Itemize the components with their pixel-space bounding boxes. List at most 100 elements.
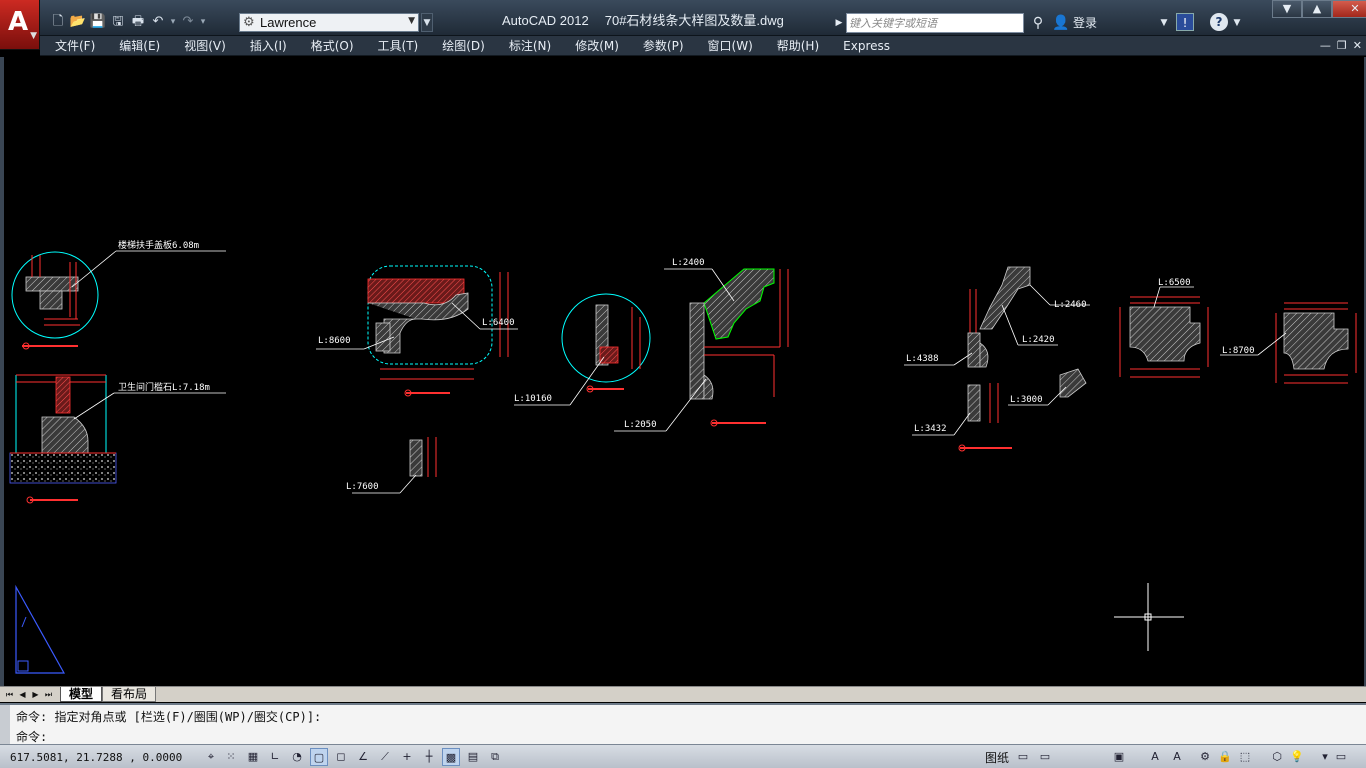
undo-icon[interactable]: ↶: [148, 13, 168, 31]
drawing-svg: 楼梯扶手盖板6.08m 卫生间门槛石L:7.18m L:8600 L:6400 …: [9, 239, 1357, 674]
transparency-icon[interactable]: ▩: [442, 748, 460, 766]
customize-qat-button[interactable]: ▼: [421, 13, 433, 32]
tab-model[interactable]: 模型: [60, 687, 103, 702]
menu-item-10[interactable]: 窗口(W): [693, 36, 753, 55]
ucs-icon: [15, 584, 66, 674]
user-icon[interactable]: 👤: [1052, 13, 1070, 33]
close-button[interactable]: ✕: [1332, 0, 1366, 18]
dynamic-ucs-icon[interactable]: ⟋: [376, 748, 394, 766]
annotation-visibility-icon[interactable]: A: [1168, 748, 1186, 766]
search-input[interactable]: [846, 13, 1024, 33]
chevron-down-icon[interactable]: ▼: [1158, 13, 1170, 33]
snap-mode-icon[interactable]: ⁙: [222, 748, 240, 766]
selection-cycling-icon[interactable]: ⧉: [486, 748, 504, 766]
status-bar: 617.5081, 21.7288 , 0.0000 ⌖ ⁙ ▦ ∟ ◔ ▢ ◻…: [0, 744, 1366, 768]
lightbulb-icon[interactable]: 💡: [1288, 748, 1306, 766]
menu-item-3[interactable]: 插入(I): [235, 36, 287, 55]
redo-dropdown-icon[interactable]: ▾: [198, 13, 208, 31]
search-expand-icon[interactable]: ▶: [833, 13, 845, 33]
tab-layout[interactable]: 看布局: [102, 687, 157, 702]
drawing-canvas[interactable]: 楼梯扶手盖板6.08m 卫生间门槛石L:7.18m L:8600 L:6400 …: [4, 57, 1364, 686]
menu-item-7[interactable]: 标注(N): [494, 36, 551, 55]
binoculars-icon[interactable]: ⚲: [1028, 13, 1048, 33]
title-bar: A ▼ 🗋 📂 💾 🖫 🖶 ↶ ▾ ↷ ▾ ⚙ Lawrence ▼ ▼ Aut…: [0, 0, 1366, 50]
redo-icon[interactable]: ↷: [178, 13, 198, 31]
login-button[interactable]: 登录: [1073, 14, 1097, 31]
label-l6400: L:6400: [482, 318, 515, 328]
command-line-grip[interactable]: [0, 705, 10, 746]
print-icon[interactable]: 🖶: [128, 13, 148, 31]
chevron-down-icon: ▼: [30, 31, 37, 41]
annotation-scale-icon[interactable]: A: [1146, 748, 1164, 766]
layout-tab-bar: ⏮ ◀ ▶ ⏭ 模型 看布局: [0, 686, 1366, 702]
document-minimize-button[interactable]: —: [1320, 36, 1331, 56]
file-name: 70#石材线条大样图及数量.dwg: [604, 13, 784, 28]
minimize-button[interactable]: ▼: [1272, 0, 1302, 18]
prev-tab-button[interactable]: ◀: [17, 688, 28, 701]
saveas-icon[interactable]: 🖫: [108, 13, 128, 31]
workspace-switching-icon[interactable]: ⚙: [1196, 748, 1214, 766]
document-close-button[interactable]: ✕: [1353, 36, 1362, 56]
label-l4388: L:4388: [906, 354, 939, 364]
isolate-objects-icon[interactable]: ⬡: [1268, 748, 1286, 766]
command-line[interactable]: 命令: 指定对角点或 [栏选(F)/圈围(WP)/圈交(CP)]: 命令:: [0, 703, 1366, 746]
3d-object-snap-icon[interactable]: ◻: [332, 748, 350, 766]
workspace-dropdown[interactable]: ⚙ Lawrence ▼: [239, 13, 419, 32]
menu-item-5[interactable]: 工具(T): [363, 36, 419, 55]
save-icon[interactable]: 💾: [88, 13, 108, 31]
menu-item-2[interactable]: 视图(V): [169, 36, 226, 55]
menu-item-12[interactable]: Express: [828, 36, 890, 55]
detail-l10160[interactable]: L:10160: [514, 293, 651, 406]
document-restore-button[interactable]: ❐: [1337, 36, 1347, 56]
detail-l8600[interactable]: L:8600 L:6400: [316, 265, 518, 397]
detail-l6500[interactable]: L:6500: [1119, 278, 1209, 378]
menu-item-4[interactable]: 格式(O): [296, 36, 354, 55]
maximize-button[interactable]: ▲: [1302, 0, 1332, 18]
menu-item-0[interactable]: 文件(F): [40, 36, 95, 55]
first-tab-button[interactable]: ⏮: [4, 688, 15, 701]
application-menu-button[interactable]: A ▼: [0, 0, 40, 50]
grid-display-icon[interactable]: ▦: [244, 748, 262, 766]
ortho-mode-icon[interactable]: ∟: [266, 748, 284, 766]
command-history: 命令: 指定对角点或 [栏选(F)/圈围(WP)/圈交(CP)]:: [16, 710, 322, 724]
clean-screen-icon[interactable]: ▭: [1332, 748, 1350, 766]
hardware-acceleration-icon[interactable]: ⬚: [1236, 748, 1254, 766]
detail-group-right[interactable]: L:2460 L:2420 L:4388 L:3000 L:3432: [904, 266, 1090, 452]
detail-stair-handrail[interactable]: 楼梯扶手盖板6.08m: [11, 239, 226, 350]
coordinate-readout[interactable]: 617.5081, 21.7288 , 0.0000: [10, 751, 182, 764]
menu-item-1[interactable]: 编辑(E): [104, 36, 160, 55]
infer-constraints-icon[interactable]: ⌖: [202, 748, 220, 766]
detail-l8700[interactable]: L:8700: [1220, 302, 1357, 384]
app-name: AutoCAD 2012: [502, 13, 589, 28]
menu-item-9[interactable]: 参数(P): [628, 36, 684, 55]
maximize-viewport-icon[interactable]: ▣: [1110, 748, 1128, 766]
next-tab-button[interactable]: ▶: [30, 688, 41, 701]
quick-view-drawings-icon[interactable]: ▭: [1036, 748, 1054, 766]
label-l2400: L:2400: [672, 258, 705, 268]
paper-model-toggle[interactable]: 图纸: [985, 749, 1009, 766]
quick-view-layouts-icon[interactable]: ▭: [1014, 748, 1032, 766]
undo-dropdown-icon[interactable]: ▾: [168, 13, 178, 31]
new-icon[interactable]: 🗋: [48, 13, 68, 31]
label-l8700: L:8700: [1222, 346, 1255, 356]
menu-item-11[interactable]: 帮助(H): [762, 36, 819, 55]
quick-properties-icon[interactable]: ▤: [464, 748, 482, 766]
command-prompt[interactable]: 命令:: [16, 728, 47, 745]
exchange-icon[interactable]: !: [1176, 13, 1194, 31]
dynamic-input-icon[interactable]: +: [398, 748, 416, 766]
lock-icon[interactable]: 🔒: [1216, 748, 1234, 766]
open-icon[interactable]: 📂: [68, 13, 88, 31]
detail-l7600[interactable]: L:7600: [346, 437, 437, 494]
object-snap-icon[interactable]: ▢: [310, 748, 328, 766]
menu-item-8[interactable]: 修改(M): [560, 36, 619, 55]
polar-tracking-icon[interactable]: ◔: [288, 748, 306, 766]
help-icon[interactable]: ?: [1210, 13, 1228, 31]
chevron-down-icon[interactable]: ▼: [1232, 13, 1242, 33]
object-snap-tracking-icon[interactable]: ∠: [354, 748, 372, 766]
lineweight-icon[interactable]: ┼: [420, 748, 438, 766]
last-tab-button[interactable]: ⏭: [43, 688, 54, 701]
label-l6500: L:6500: [1158, 278, 1191, 288]
label-l10160: L:10160: [514, 394, 552, 404]
menu-item-6[interactable]: 绘图(D): [427, 36, 485, 55]
detail-bathroom-threshold[interactable]: 卫生间门槛石L:7.18m: [9, 374, 226, 504]
